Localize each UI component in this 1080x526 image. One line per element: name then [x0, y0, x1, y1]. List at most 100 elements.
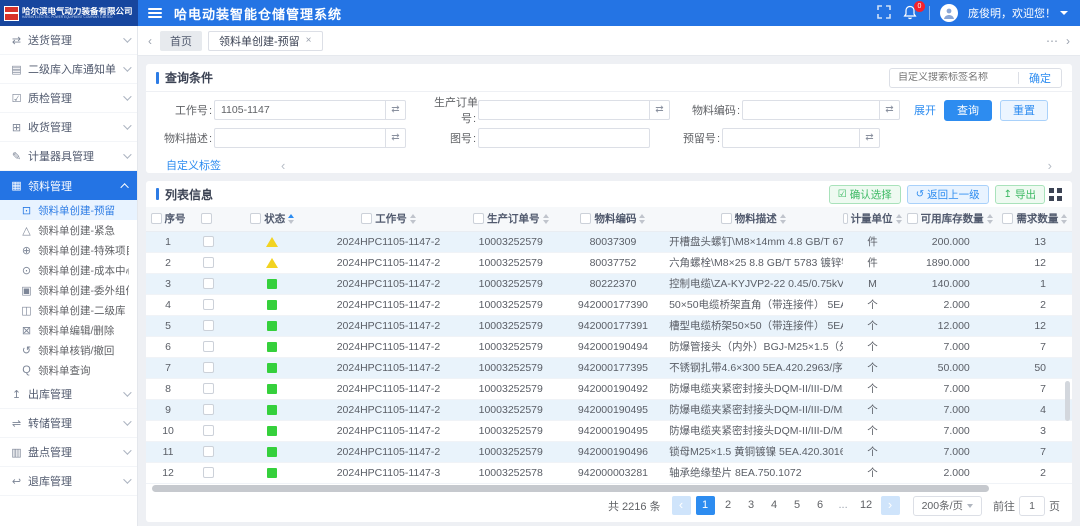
column-header[interactable]: 物料描述	[663, 207, 843, 231]
column-header[interactable]: 序号	[146, 207, 190, 231]
sidebar-item-writeoff-recall[interactable]: ↺ 领料单核销/撤回	[0, 340, 137, 360]
table-row[interactable]: 3 2024HPC1105-1147-2 10003252579 8022237…	[146, 273, 1072, 294]
tags-scroll-right-icon[interactable]: ›	[1048, 158, 1052, 173]
drawing-no-input[interactable]	[478, 128, 650, 148]
column-header[interactable]: 可用库存数量	[902, 207, 998, 231]
tag-search-input[interactable]	[890, 72, 1018, 83]
sidebar-collapse-icon[interactable]	[148, 8, 162, 18]
sidebar-item-outbound[interactable]: ↥ 出库管理	[0, 380, 137, 409]
tab-material-create-reserved[interactable]: 领料单创建-预留 ×	[208, 31, 323, 51]
tag-confirm-button[interactable]: 确定	[1019, 70, 1061, 86]
page-number[interactable]: 6	[811, 496, 830, 515]
select-all-checkbox[interactable]	[843, 213, 847, 224]
back-to-parent-button[interactable]: ↺ 返回上一级	[907, 185, 989, 204]
column-header[interactable]	[190, 207, 226, 231]
production-order-selector-icon[interactable]: ⇄	[650, 100, 670, 120]
table-row[interactable]: 1 2024HPC1105-1147-2 10003252579 8003730…	[146, 231, 1072, 252]
select-all-checkbox[interactable]	[580, 213, 591, 224]
sidebar-item-transfer[interactable]: ⇌ 转储管理	[0, 409, 137, 438]
work-no-input[interactable]	[214, 100, 386, 120]
sidebar-item-create-outsourced[interactable]: ▣ 领料单创建-委外组件	[0, 280, 137, 300]
select-all-checkbox[interactable]	[151, 213, 162, 224]
reservation-no-selector-icon[interactable]: ⇄	[860, 128, 880, 148]
sidebar-item-receiving[interactable]: ⊞ 收货管理	[0, 113, 137, 142]
select-all-checkbox[interactable]	[201, 213, 212, 224]
select-all-checkbox[interactable]	[361, 213, 372, 224]
sidebar-item-edit-delete[interactable]: ⊠ 领料单编辑/删除	[0, 320, 137, 340]
production-order-input[interactable]	[478, 100, 650, 120]
column-header[interactable]: 生产订单号	[459, 207, 563, 231]
table-row[interactable]: 6 2024HPC1105-1147-2 10003252579 9420001…	[146, 336, 1072, 357]
sidebar-item-stocktaking[interactable]: ▥ 盘点管理	[0, 438, 137, 467]
sidebar-item-secondary-inbound-notice[interactable]: ▤ 二级库入库通知单	[0, 55, 137, 84]
table-row[interactable]: 11 2024HPC1105-1147-2 10003252579 942000…	[146, 441, 1072, 462]
page-number[interactable]: 4	[765, 496, 784, 515]
user-greeting[interactable]: 庞俊明，欢迎您！	[968, 5, 1068, 21]
sidebar-item-material-requisition[interactable]: ▦ 领料管理	[0, 171, 137, 200]
table-row[interactable]: 10 2024HPC1105-1147-2 10003252579 942000…	[146, 420, 1072, 441]
page-number[interactable]: 12	[857, 496, 876, 515]
page-number[interactable]: 1	[696, 496, 715, 515]
notification-bell-icon[interactable]: 0	[903, 5, 919, 21]
confirm-selection-button[interactable]: ☑ 确认选择	[829, 185, 901, 204]
row-checkbox[interactable]	[203, 362, 214, 373]
page-number[interactable]: 3	[742, 496, 761, 515]
table-row[interactable]: 9 2024HPC1105-1147-2 10003252579 9420001…	[146, 399, 1072, 420]
vertical-scrollbar-thumb[interactable]	[1065, 381, 1070, 421]
reset-button[interactable]: 重置	[1000, 100, 1048, 121]
sidebar-item-create-secondary-store[interactable]: ◫ 领料单创建-二级库	[0, 300, 137, 320]
row-checkbox[interactable]	[203, 341, 214, 352]
row-checkbox[interactable]	[203, 446, 214, 457]
table-row[interactable]: 5 2024HPC1105-1147-2 10003252579 9420001…	[146, 315, 1072, 336]
select-all-checkbox[interactable]	[721, 213, 732, 224]
column-header[interactable]: 需求数量	[998, 207, 1072, 231]
material-desc-input[interactable]	[214, 128, 386, 148]
row-checkbox[interactable]	[203, 383, 214, 394]
row-checkbox[interactable]	[203, 257, 214, 268]
material-code-selector-icon[interactable]: ⇄	[880, 100, 900, 120]
page-size-select[interactable]: 200条/页	[913, 496, 982, 516]
fullscreen-icon[interactable]	[877, 5, 893, 21]
export-button[interactable]: ↥ 导出	[995, 185, 1045, 204]
row-checkbox[interactable]	[203, 299, 214, 310]
select-all-checkbox[interactable]	[250, 213, 261, 224]
prev-page-icon[interactable]: ‹	[672, 496, 691, 515]
column-header[interactable]: 物料编码	[563, 207, 663, 231]
tags-scroll-left-icon[interactable]: ‹	[281, 158, 285, 173]
goto-page-input[interactable]	[1019, 496, 1045, 516]
material-desc-selector-icon[interactable]: ⇄	[386, 128, 406, 148]
row-checkbox[interactable]	[203, 425, 214, 436]
row-checkbox[interactable]	[203, 404, 214, 415]
page-number[interactable]: ...	[834, 496, 853, 515]
row-checkbox[interactable]	[203, 236, 214, 247]
sidebar-item-quality-inspection[interactable]: ☑ 质检管理	[0, 84, 137, 113]
row-checkbox[interactable]	[203, 467, 214, 478]
sidebar-item-create-urgent[interactable]: △ 领料单创建-紧急	[0, 220, 137, 240]
sidebar-item-delivery[interactable]: ⇄ 送货管理	[0, 26, 137, 55]
sidebar-item-return[interactable]: ↩ 退库管理	[0, 467, 137, 496]
horizontal-scrollbar-thumb[interactable]	[152, 485, 989, 492]
tab-close-icon[interactable]: ×	[306, 35, 312, 46]
tab-scroll-left-icon[interactable]: ‹	[148, 34, 152, 48]
select-all-checkbox[interactable]	[1002, 213, 1013, 224]
table-row[interactable]: 4 2024HPC1105-1147-2 10003252579 9420001…	[146, 294, 1072, 315]
material-code-input[interactable]	[742, 100, 880, 120]
sidebar-item-create-cost-center[interactable]: ⊙ 领料单创建-成本中心	[0, 260, 137, 280]
custom-tags-link[interactable]: 自定义标签	[166, 157, 221, 173]
next-page-icon[interactable]: ›	[881, 496, 900, 515]
table-row[interactable]: 2 2024HPC1105-1147-2 10003252579 8003775…	[146, 252, 1072, 273]
reservation-no-input[interactable]	[722, 128, 860, 148]
tab-more-icon[interactable]: ⋯	[1046, 34, 1058, 48]
select-all-checkbox[interactable]	[473, 213, 484, 224]
table-row[interactable]: 12 2024HPC1105-1147-3 10003252578 942000…	[146, 462, 1072, 483]
sidebar-item-create-reserved[interactable]: ⊡ 领料单创建-预留	[0, 200, 137, 220]
tab-scroll-right-icon[interactable]: ›	[1066, 34, 1070, 48]
column-header[interactable]: 状态	[226, 207, 318, 231]
avatar[interactable]	[940, 4, 958, 22]
sidebar-item-measuring-tools[interactable]: ✎ 计量器具管理	[0, 142, 137, 171]
column-header[interactable]: 工作号	[318, 207, 458, 231]
work-no-selector-icon[interactable]: ⇄	[386, 100, 406, 120]
page-number[interactable]: 5	[788, 496, 807, 515]
row-checkbox[interactable]	[203, 278, 214, 289]
search-button[interactable]: 查询	[944, 100, 992, 121]
